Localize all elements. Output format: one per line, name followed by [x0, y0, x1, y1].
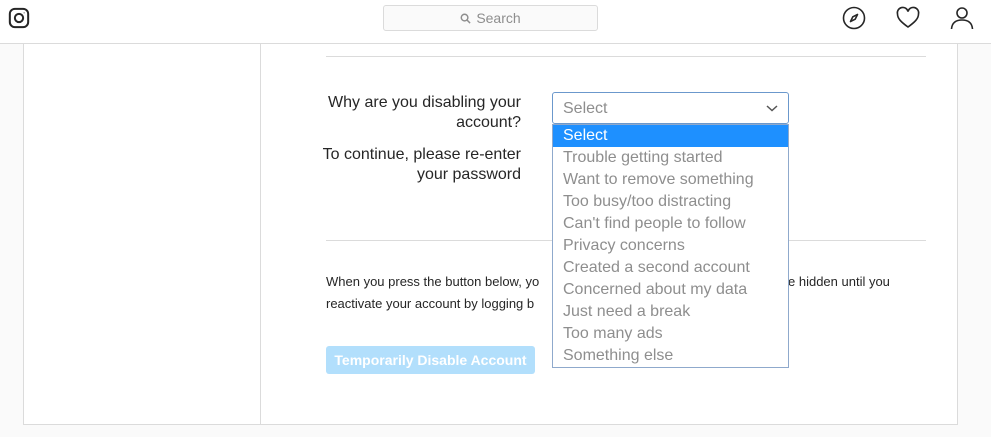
reason-select-value: Select [563, 100, 608, 117]
notice-line-1-start: When you press the button below, yo [326, 274, 540, 289]
notice-line-1-end: e hidden until you [788, 274, 890, 289]
person-icon[interactable] [950, 6, 974, 30]
reason-select[interactable]: Select [552, 92, 789, 124]
dropdown-option[interactable]: Concerned about my data [553, 279, 788, 301]
chevron-down-icon [766, 105, 778, 112]
dropdown-option[interactable]: Privacy concerns [553, 235, 788, 257]
heart-icon[interactable] [896, 6, 920, 30]
dropdown-option[interactable]: Something else [553, 345, 788, 367]
dropdown-option[interactable]: Too many ads [553, 323, 788, 345]
settings-sidebar [24, 44, 261, 424]
notice-line-2-start: reactivate your account by logging b [326, 296, 535, 311]
divider-top [326, 56, 926, 57]
search-box[interactable]: Search [383, 5, 598, 31]
password-label: To continue, please re-enter your passwo… [322, 146, 521, 183]
top-bar: Search [0, 0, 991, 44]
dropdown-option[interactable]: Want to remove something [553, 169, 788, 191]
dropdown-option[interactable]: Can't find people to follow [553, 213, 788, 235]
search-icon [460, 13, 471, 24]
dropdown-option[interactable]: Select [553, 125, 788, 147]
reason-dropdown: Select Trouble getting started Want to rem… [552, 124, 789, 368]
dropdown-option[interactable]: Created a second account [553, 257, 788, 279]
compass-icon[interactable] [842, 6, 866, 30]
temporarily-disable-button[interactable]: Temporarily Disable Account [326, 346, 535, 374]
dropdown-option[interactable]: Trouble getting started [553, 147, 788, 169]
dropdown-option[interactable]: Too busy/too distracting [553, 191, 788, 213]
settings-panel: Why are you disabling your account? To c… [23, 44, 958, 425]
reason-label: Why are you disabling your account? [328, 94, 521, 131]
dropdown-option[interactable]: Just need a break [553, 301, 788, 323]
instagram-icon[interactable] [8, 7, 30, 29]
search-placeholder: Search [476, 10, 521, 26]
